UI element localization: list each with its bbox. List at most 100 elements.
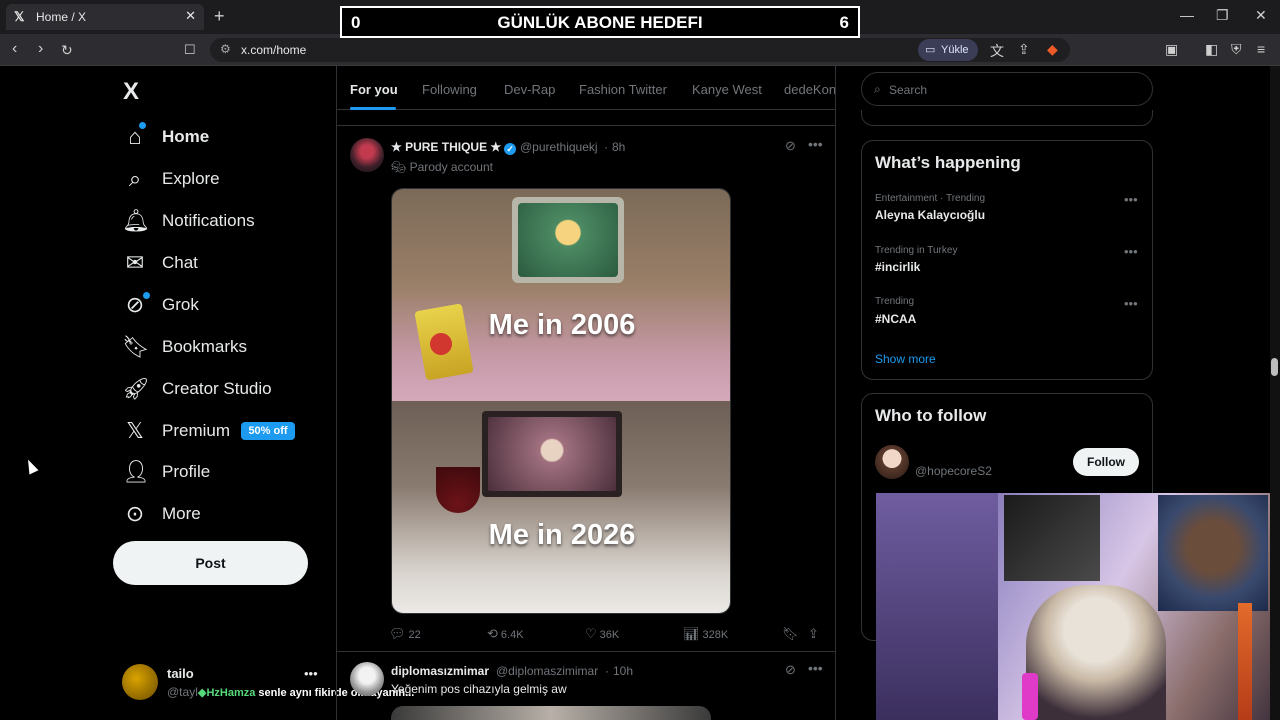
person-icon: 👤︎ [122, 459, 150, 484]
tab-dev-rap[interactable]: Dev-Rap [504, 82, 555, 97]
parody-label-text: Parody account [409, 160, 493, 174]
more-dots-icon[interactable]: ••• [1124, 192, 1138, 207]
unread-dot [139, 122, 146, 129]
card-title: What’s happening [875, 153, 1021, 172]
browser-tab[interactable]: 𝕏 Home / X ✕ [6, 4, 204, 30]
back-icon[interactable]: ‹ [12, 40, 17, 58]
tweet-image[interactable] [391, 706, 711, 720]
tab-kanye-west[interactable]: Kanye West [692, 82, 762, 97]
translate-icon[interactable]: 文 [990, 41, 1004, 61]
toy-shelf [876, 493, 998, 720]
maximize-icon[interactable]: ❐ [1216, 7, 1229, 24]
chart-icon: 📊︎ [683, 626, 700, 641]
tv-screen [518, 203, 618, 277]
minimize-icon[interactable]: — [1180, 7, 1194, 23]
views-button[interactable]: 📊︎ 328K [683, 626, 728, 642]
chat-username: HzHamza [206, 687, 256, 699]
post-button[interactable]: Post [113, 541, 308, 585]
goal-current: 0 [351, 13, 361, 32]
grok-explain-icon[interactable]: ⊘ [785, 138, 796, 154]
more-dots-icon[interactable]: ••• [1124, 296, 1138, 311]
brave-shield-icon[interactable]: ◆ [1047, 41, 1058, 58]
crt-tv [512, 197, 624, 283]
sidebar-item-label: Bookmarks [162, 337, 248, 356]
account-handle: @tayl [167, 685, 198, 699]
microphone [1022, 673, 1038, 720]
more-dots-icon[interactable]: ••• [808, 660, 823, 676]
forward-icon[interactable]: › [38, 40, 43, 58]
meme-top-panel: Me in 2006 [392, 189, 730, 401]
tweet-time[interactable]: 10h [613, 664, 633, 678]
more-dots-icon[interactable]: ••• [808, 136, 823, 152]
tweet-image[interactable]: Me in 2006 Me in 2026 [391, 188, 731, 614]
parody-label: 🎭︎ Parody account [391, 160, 493, 174]
whats-happening-card: What’s happening Entertainment · Trendin… [861, 140, 1153, 380]
show-more-link[interactable]: Show more [875, 352, 936, 366]
repost-button[interactable]: ⟲ 6.4K [487, 626, 524, 642]
previous-tweet-actions [337, 110, 835, 126]
trend-name[interactable]: #incirlik [875, 260, 920, 274]
follow-button[interactable]: Follow [1073, 448, 1139, 476]
mouse-cursor [23, 457, 39, 475]
site-settings-icon[interactable]: ⚙ [220, 42, 231, 56]
share-button[interactable]: ⇪ [808, 626, 822, 642]
share-icon[interactable]: ⇪ [1018, 41, 1030, 58]
close-window-icon[interactable]: ✕ [1255, 7, 1267, 24]
grok-explain-icon[interactable]: ⊘ [785, 662, 796, 678]
x-logo-icon[interactable]: X [123, 78, 139, 106]
menu-icon[interactable]: ≡ [1257, 41, 1265, 57]
tweet-author-handle[interactable]: @purethiquekj [520, 140, 598, 154]
bookmark-icon: 🔖︎ [782, 626, 799, 641]
trend-name[interactable]: #NCAA [875, 312, 916, 326]
suggested-account-handle[interactable]: @hopecoreS2 [915, 464, 992, 478]
sidebar-item-label: Premium [162, 421, 231, 440]
heart-icon: ♡ [585, 626, 597, 641]
tweet-author-handle[interactable]: @diplomaszimimar [496, 664, 598, 678]
cast-icon[interactable]: ▣ [1165, 41, 1178, 58]
tweet-author-name[interactable]: ★ PURE THIQUE ★ ✓ [391, 140, 517, 155]
new-tab-button[interactable]: + [214, 6, 225, 27]
scrollbar-track[interactable] [1270, 66, 1280, 720]
tab-for-you[interactable]: For you [350, 82, 398, 97]
close-tab-icon[interactable]: ✕ [185, 8, 196, 24]
tab-following[interactable]: Following [422, 82, 477, 97]
reload-icon[interactable]: ↻ [61, 42, 73, 59]
tweet-time[interactable]: 8h [612, 140, 625, 154]
sidebar-item-label: More [162, 504, 201, 523]
search-icon: ⌕ [874, 82, 881, 96]
more-dots-icon[interactable]: ••• [304, 666, 318, 681]
upload-button[interactable]: ▭ Yükle [918, 39, 978, 61]
mask-icon: 🎭︎ [391, 160, 410, 174]
bookmark-button[interactable]: 🔖︎ [782, 626, 802, 642]
trend-name[interactable]: Aleyna Kalaycıoğlu [875, 208, 985, 222]
meme-bottom-panel: Me in 2026 [392, 401, 730, 613]
x-logo-icon: 𝕏 [126, 418, 144, 443]
share-icon: ⇪ [808, 626, 819, 641]
more-circle-icon: ⊙ [125, 501, 145, 526]
vpn-icon[interactable]: ⛨ [1231, 41, 1242, 58]
rocket-icon: 🚀︎ [122, 376, 150, 401]
sidebar-item-label: Creator Studio [162, 379, 272, 398]
sidebar-item-label: Profile [162, 462, 211, 481]
tweet-author-name[interactable]: diplomasızmimar [391, 664, 489, 678]
screen-icon: ▭ [925, 44, 936, 56]
sidebar-toggle-icon[interactable]: ◧ [1205, 41, 1218, 58]
avatar[interactable] [350, 138, 384, 172]
unread-dot [143, 292, 150, 299]
repost-icon: ⟲ [487, 626, 498, 641]
tab-fashion-twitter[interactable]: Fashion Twitter [579, 82, 667, 97]
like-button[interactable]: ♡ 36K [585, 626, 619, 642]
premium-discount-badge[interactable]: 50% off [241, 422, 295, 440]
search-input[interactable]: ⌕ Search [861, 72, 1153, 106]
wall-poster [1158, 495, 1268, 611]
scrollbar-thumb[interactable] [1271, 358, 1278, 376]
more-dots-icon[interactable]: ••• [1124, 244, 1138, 259]
trend-context: Trending in Turkey [875, 245, 958, 256]
bookmark-page-icon[interactable]: ☐ [184, 42, 196, 58]
reply-button[interactable]: 💬︎ 22 [389, 626, 421, 642]
streamer [1026, 585, 1166, 720]
tweet-text: Yeğenim pos cihazıyla gelmiş aw [391, 682, 567, 696]
avatar[interactable] [875, 445, 909, 479]
avatar[interactable] [350, 662, 384, 696]
tab-dedekon[interactable]: dedeKon [784, 82, 835, 97]
